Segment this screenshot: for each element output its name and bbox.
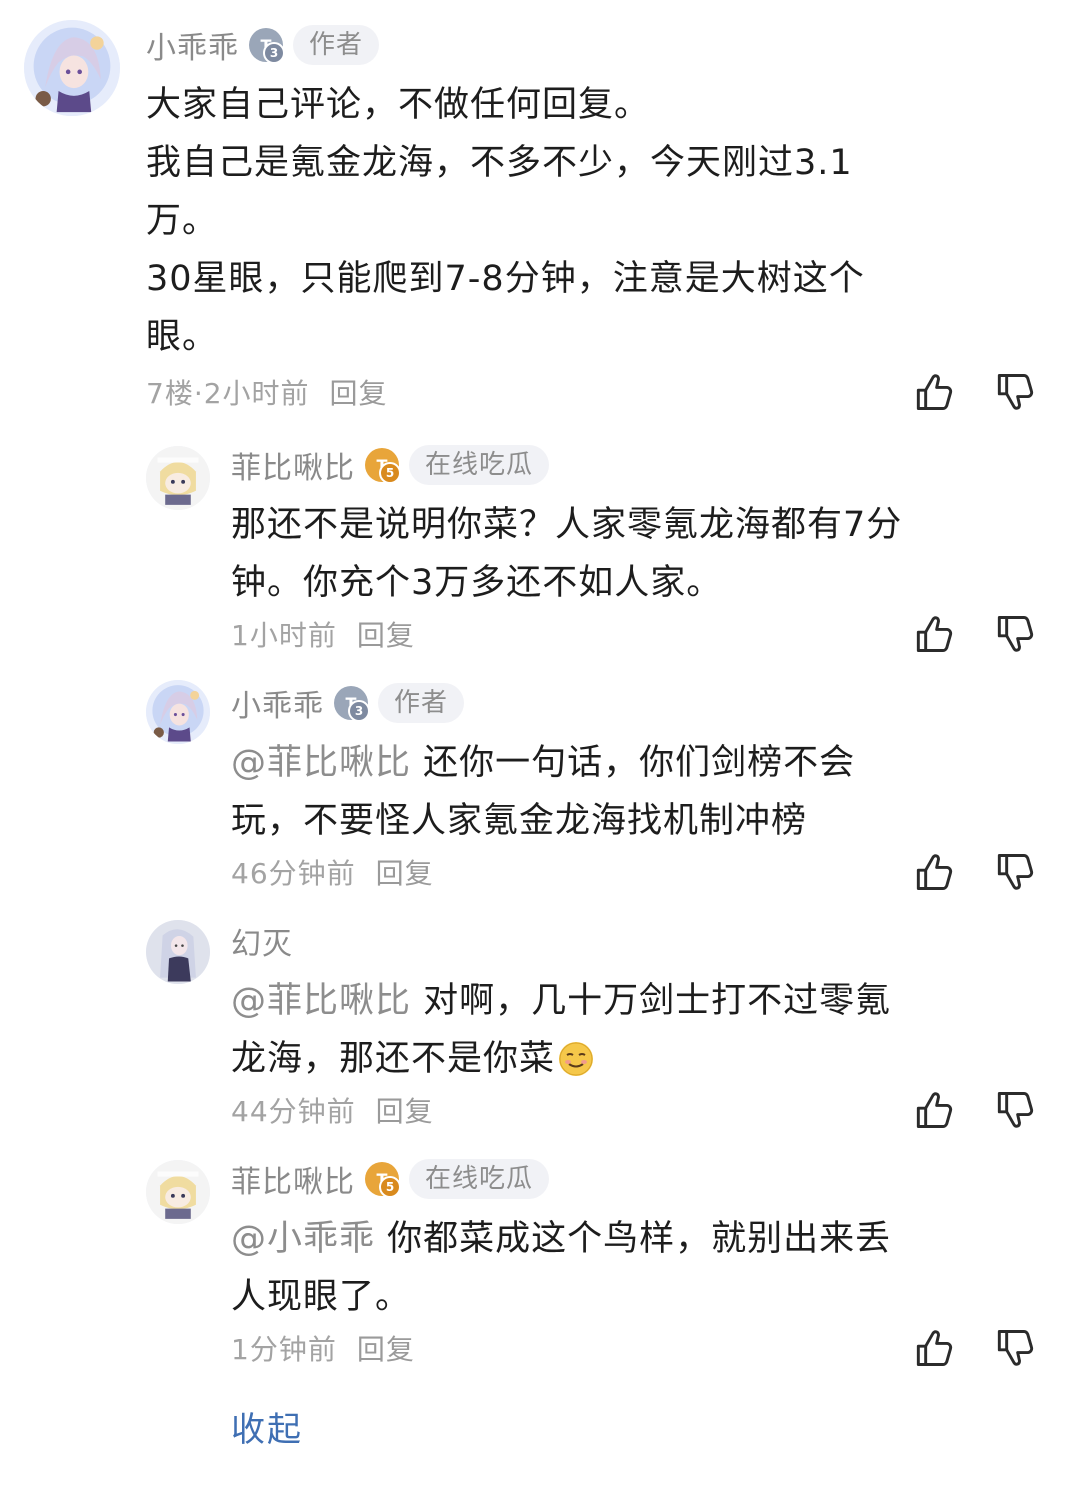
like-button[interactable]	[911, 612, 955, 656]
main-comment: 小乖乖 T3 作者 大家自己评论，不做任何回复。 我自己是氪金龙海，不多不少，今…	[0, 0, 1080, 420]
dislike-button[interactable]	[992, 370, 1036, 414]
dislike-button[interactable]	[992, 1326, 1036, 1370]
level-badge-t5-icon: T5	[365, 448, 401, 484]
avatar[interactable]	[146, 920, 210, 984]
avatar[interactable]	[146, 446, 210, 510]
reply-meta: 1分钟前 回复	[231, 1328, 415, 1368]
level-badge-t3-icon: T3	[249, 28, 285, 64]
reply-line: 玩，不要怪人家氪金龙海找机制冲榜	[231, 801, 808, 841]
phoebe-avatar-icon	[146, 446, 210, 510]
reply-item: 菲比啾比 T5 在线吃瓜 那还不是说明你菜？人家零氪龙海都有7分 钟。你充个3万…	[0, 440, 1080, 660]
thumbs-down-icon	[992, 1326, 1036, 1370]
like-button[interactable]	[911, 370, 955, 414]
avatar[interactable]	[146, 1160, 210, 1224]
thumbs-up-icon	[911, 1326, 955, 1370]
reply-item: 小乖乖 T3 作者 @菲比啾比 还你一句话，你们剑榜不会 玩，不要怪人家氪金龙海…	[0, 678, 1080, 898]
username[interactable]: 菲比啾比	[231, 443, 355, 487]
reply-line: @菲比啾比 还你一句话，你们剑榜不会	[231, 734, 1051, 792]
like-button[interactable]	[911, 1326, 955, 1370]
reply-line: 钟。你充个3万多还不如人家。	[231, 563, 723, 603]
like-button[interactable]	[911, 1088, 955, 1132]
comment-line: 我自己是氪金龙海，不多不少，今天刚过3.1	[146, 143, 853, 183]
user-tag: 在线吃瓜	[409, 445, 550, 485]
thumbs-down-icon	[992, 850, 1036, 894]
reply-time: 1小时前	[231, 619, 337, 652]
reply-body: 那还不是说明你菜？人家零氪龙海都有7分 钟。你充个3万多还不如人家。	[231, 496, 1051, 612]
username[interactable]: 小乖乖	[146, 23, 239, 67]
reply-item: 菲比啾比 T5 在线吃瓜 @小乖乖 你都菜成这个鸟样，就别出来丢 人现眼了。 1…	[0, 1154, 1080, 1374]
reply-item: 幻灭 @菲比啾比 对啊，几十万剑士打不过零氪 龙海，那还不是你菜 44分钟前 回…	[0, 916, 1080, 1136]
reply-text: 你都菜成这个鸟样，就别出来丢	[375, 1219, 892, 1259]
avatar[interactable]	[24, 20, 120, 116]
huanmie-avatar-icon	[146, 920, 210, 984]
username[interactable]: 幻灭	[231, 919, 293, 963]
thumbs-up-icon	[911, 612, 955, 656]
reply-time: 46分钟前	[231, 857, 356, 890]
comment-line: 眼。	[146, 317, 219, 357]
thumbs-up-icon	[911, 370, 955, 414]
reply-button[interactable]: 回复	[330, 372, 388, 412]
dislike-button[interactable]	[992, 1088, 1036, 1132]
username[interactable]: 小乖乖	[231, 681, 324, 725]
reply-line: @小乖乖 你都菜成这个鸟样，就别出来丢	[231, 1210, 1051, 1268]
floor-and-time: 7楼·2小时前	[146, 377, 310, 410]
phoebe-avatar-icon	[146, 1160, 210, 1224]
thumbs-down-icon	[992, 1088, 1036, 1132]
mention-link[interactable]: @菲比啾比	[231, 981, 411, 1021]
reply-text: 龙海，那还不是你菜	[231, 1039, 556, 1079]
anime-avatar-icon	[24, 20, 120, 116]
reply-button[interactable]: 回复	[376, 1090, 434, 1130]
comment-meta: 7楼·2小时前 回复	[146, 372, 388, 412]
reply-meta: 1小时前 回复	[231, 614, 415, 654]
smirk-emoji-icon	[559, 1042, 594, 1076]
like-button[interactable]	[911, 850, 955, 894]
reply-meta: 44分钟前 回复	[231, 1090, 434, 1130]
reply-time: 1分钟前	[231, 1333, 337, 1366]
reply-line: 龙海，那还不是你菜	[231, 1030, 1051, 1088]
reply-line: @菲比啾比 对啊，几十万剑士打不过零氪	[231, 972, 1051, 1030]
collapse-button[interactable]: 收起	[231, 1402, 303, 1451]
reply-meta: 46分钟前 回复	[231, 852, 434, 892]
reply-body: @菲比啾比 对啊，几十万剑士打不过零氪 龙海，那还不是你菜	[231, 972, 1051, 1088]
reply-button[interactable]: 回复	[357, 614, 415, 654]
reply-button[interactable]: 回复	[357, 1328, 415, 1368]
thumbs-up-icon	[911, 1088, 955, 1132]
comment-line: 30星眼，只能爬到7-8分钟，注意是大树这个	[146, 259, 865, 299]
user-tag: 在线吃瓜	[409, 1159, 550, 1199]
avatar[interactable]	[146, 680, 210, 744]
reply-line: 人现眼了。	[231, 1277, 412, 1317]
reply-text: 还你一句话，你们剑榜不会	[411, 743, 856, 783]
level-badge-t5-icon: T5	[365, 1162, 401, 1198]
thumbs-up-icon	[911, 850, 955, 894]
dislike-button[interactable]	[992, 850, 1036, 894]
author-tag: 作者	[293, 25, 380, 65]
reply-text: 对啊，几十万剑士打不过零氪	[411, 981, 892, 1021]
username[interactable]: 菲比啾比	[231, 1157, 355, 1201]
reply-button[interactable]: 回复	[376, 852, 434, 892]
mention-link[interactable]: @小乖乖	[231, 1219, 375, 1259]
thumbs-down-icon	[992, 370, 1036, 414]
author-tag: 作者	[378, 683, 465, 723]
reply-time: 44分钟前	[231, 1095, 356, 1128]
reply-body: @小乖乖 你都菜成这个鸟样，就别出来丢 人现眼了。	[231, 1210, 1051, 1326]
level-badge-t3-icon: T3	[334, 686, 370, 722]
comment-line: 万。	[146, 201, 219, 241]
comment-line: 大家自己评论，不做任何回复。	[146, 85, 651, 125]
mention-link[interactable]: @菲比啾比	[231, 743, 411, 783]
reply-line: 那还不是说明你菜？人家零氪龙海都有7分	[231, 505, 903, 545]
comment-body: 大家自己评论，不做任何回复。 我自己是氪金龙海，不多不少，今天刚过3.1 万。 …	[146, 76, 1026, 366]
anime-avatar-icon	[146, 680, 210, 744]
reply-body: @菲比啾比 还你一句话，你们剑榜不会 玩，不要怪人家氪金龙海找机制冲榜	[231, 734, 1051, 850]
dislike-button[interactable]	[992, 612, 1036, 656]
thumbs-down-icon	[992, 612, 1036, 656]
